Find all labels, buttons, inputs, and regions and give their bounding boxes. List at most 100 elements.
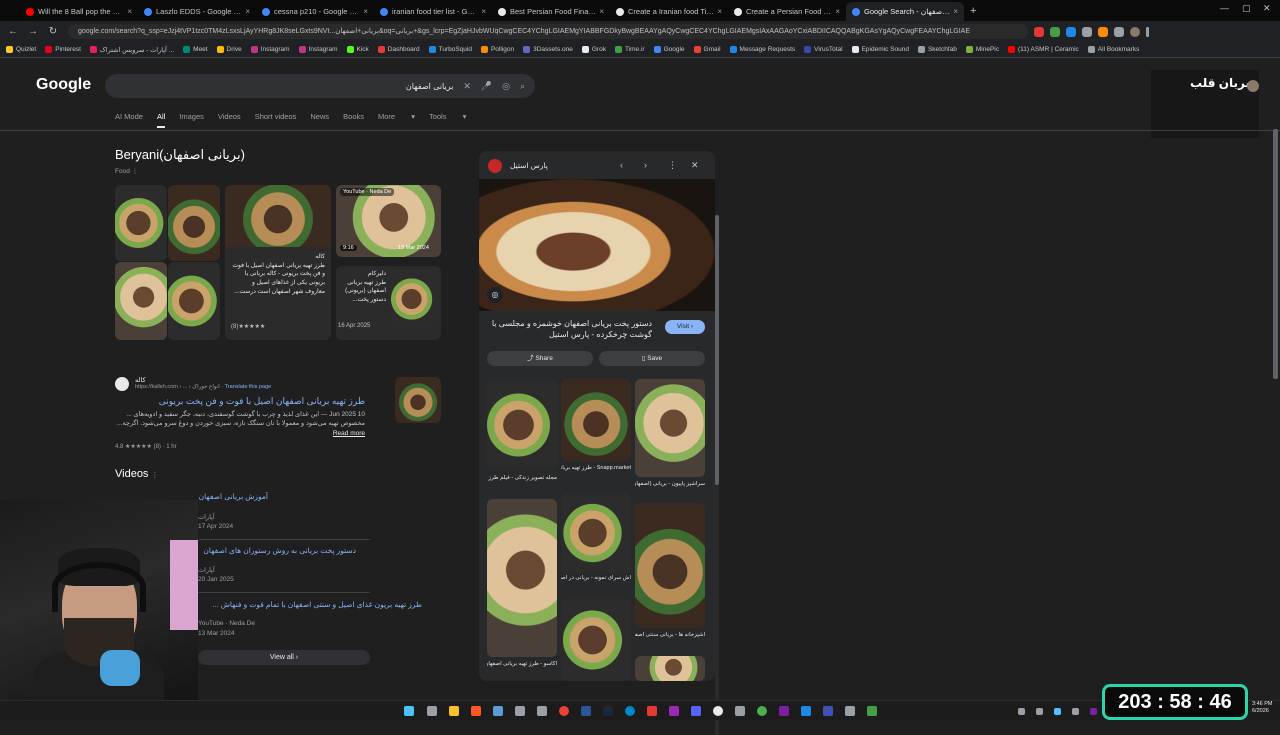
bookmark[interactable]: Instagram [298,46,338,53]
read-more-link[interactable]: Read more [333,430,365,437]
tray-icon[interactable] [1036,708,1043,715]
bookmark[interactable]: MinePic [965,46,999,53]
bookmark[interactable]: Epidemic Sound [851,46,909,53]
food-image[interactable] [168,262,220,340]
extension-icon[interactable] [1114,26,1124,37]
settings-icon[interactable] [515,706,525,716]
maximize-icon[interactable]: ▢ [1242,3,1251,14]
close-icon[interactable]: × [481,7,486,16]
new-tab-button[interactable]: + [964,2,982,21]
recipe-card[interactable]: کاله طرز تهیه بریانی اصفهان اصیل با فوت و… [225,185,331,340]
filter-tools[interactable]: Tools ▾ [429,112,466,128]
bookmark[interactable]: VirusTotal [804,46,843,53]
back-icon[interactable]: ← [6,26,20,37]
search-icon[interactable] [427,706,437,716]
file-explorer-icon[interactable] [449,706,459,716]
browser-tab[interactable]: Will the 8 Ball pop the Corn × [20,2,138,21]
forward-icon[interactable]: → [26,26,40,37]
reload-icon[interactable]: ↻ [46,26,60,37]
extension-icon[interactable] [1066,26,1076,37]
panel-scrollbar[interactable] [715,215,719,735]
browser-tab[interactable]: iranian food tier list - Google Search× [374,2,492,21]
related-image[interactable] [561,379,631,461]
filter-books[interactable]: Books [343,112,364,128]
extension-icon[interactable] [1050,26,1060,37]
start-icon[interactable] [404,706,414,716]
page-scrollbar[interactable] [1273,129,1278,729]
app-icon[interactable] [669,706,679,716]
chrome-icon[interactable] [559,706,569,716]
filter-images[interactable]: Images [179,112,204,128]
tray-icon[interactable] [1090,708,1097,715]
clear-icon[interactable]: ✕ [463,81,471,92]
bookmark[interactable]: Meet [183,46,208,53]
filter-all[interactable]: All [156,112,166,128]
app-icon[interactable] [647,706,657,716]
result-url[interactable]: https://kalleh.com › ... › انواع خوراک ·… [135,384,271,390]
bookmark[interactable]: Gmail [693,46,721,53]
bookmark[interactable]: Sketchfab [917,46,957,53]
app-icon[interactable] [867,706,877,716]
app-icon[interactable] [757,706,767,716]
bookmark[interactable]: Polligon [480,46,514,53]
bookmark[interactable]: Drive [216,46,242,53]
image-caption[interactable]: سرآشپز پاپیون - بریانی (اصفهان) [635,481,705,489]
browser-tab[interactable]: Create a Iranian food Tier List× [610,2,728,21]
chevron-right-icon[interactable]: › [644,160,647,170]
filter-videos[interactable]: Videos [218,112,241,128]
browser-tab[interactable]: Best Persian Food Final Tier List× [492,2,610,21]
related-image[interactable] [635,503,705,628]
telegram-icon[interactable] [625,706,635,716]
bookmark[interactable]: Message Requests [729,46,795,53]
browser-tab[interactable]: Laszlo EDDS - Google Search× [138,2,256,21]
image-caption[interactable]: اشپزخانه ها - بریانی سنتی اصفهان قدیم [635,632,705,640]
app-icon[interactable] [845,706,855,716]
related-image[interactable] [561,493,631,573]
close-icon[interactable]: × [599,7,604,16]
image-caption[interactable]: آش سرای نمونه - بریانی در اصفهان | بریان… [561,575,631,583]
bookmark[interactable]: Time.ir [614,46,645,53]
close-icon[interactable]: × [835,7,840,16]
lens-icon[interactable]: ◎ [502,81,510,92]
bookmark[interactable]: Pinterest [45,46,81,53]
result-title-link[interactable]: طرز تهیه بریانی اصفهان اصیل با فوت و فن … [115,396,365,407]
filter-ai-mode[interactable]: AI Mode [115,112,143,128]
image-caption[interactable]: مجله تصویر زندگی - فیلم طرز تهیه بریانی [487,475,557,483]
food-image[interactable] [115,185,167,261]
system-clock[interactable]: 3:46 PM 6/2026 [1252,701,1272,715]
bookmark[interactable]: Dashboard [377,46,420,53]
visit-button[interactable]: Visit › [665,320,705,334]
bookmark[interactable]: Quizlet [6,46,36,53]
bookmark[interactable]: 3Dassets.one [523,46,573,53]
chevron-left-icon[interactable]: ‹ [620,160,623,170]
video-title-link[interactable]: آموزش بریانی اصفهان [198,492,268,501]
google-logo[interactable]: Google [36,76,91,94]
filter-more[interactable]: More ▾ [378,112,415,128]
panel-title[interactable]: دستور پخت بریانی اصفهان خوشمزه و مجلسی ب… [487,318,652,340]
save-button[interactable]: ▯ Save [599,351,705,366]
food-image[interactable] [115,262,167,340]
app-icon[interactable] [471,706,481,716]
related-image[interactable] [635,379,705,477]
close-icon[interactable]: × [717,7,722,16]
app-icon[interactable] [735,706,745,716]
close-icon[interactable]: × [245,7,250,16]
related-image[interactable] [487,499,557,657]
bookmark[interactable]: Instagram [250,46,290,53]
close-icon[interactable]: × [953,7,958,16]
image-caption[interactable]: Snapp.market - طرز تهیه بریانی اصفهان [561,465,631,473]
menu-icon[interactable] [1146,26,1149,37]
more-icon[interactable]: ⋮ [668,160,677,171]
extension-icon[interactable] [1082,26,1092,37]
related-image[interactable] [561,599,631,681]
search-icon[interactable]: ⌕ [520,81,525,92]
extension-icon[interactable] [1098,26,1108,37]
result-site[interactable]: کاله [135,376,146,384]
discord-icon[interactable] [691,706,701,716]
minimize-icon[interactable]: — [1220,3,1229,13]
avatar[interactable] [1247,80,1259,92]
rider-icon[interactable] [779,706,789,716]
bookmark[interactable]: Google [653,46,685,53]
image-caption[interactable]: اکاسو - طرز تهیه بریانی اصفهان [487,661,557,669]
browser-tab[interactable]: cessna p210 - Google Search× [256,2,374,21]
